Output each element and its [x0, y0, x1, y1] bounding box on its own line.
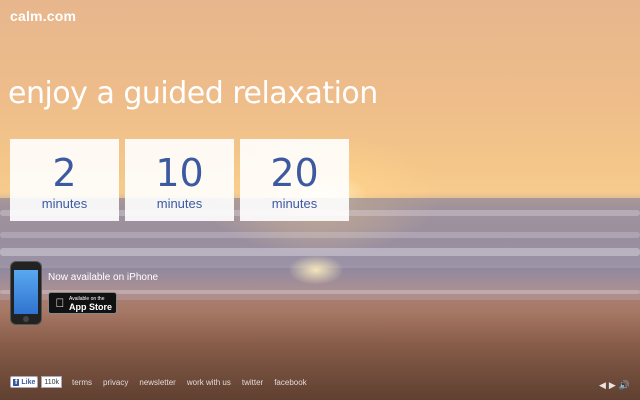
- iphone-image: [11, 262, 41, 324]
- session-unit: minutes: [271, 196, 318, 211]
- facebook-like-label: Like: [21, 378, 36, 386]
- appstore-big-label: App Store: [69, 302, 113, 312]
- session-tile-10[interactable]: 10 minutes: [125, 139, 234, 221]
- session-tile-2[interactable]: 2 minutes: [10, 139, 119, 221]
- session-value: 2: [52, 151, 77, 195]
- session-unit: minutes: [41, 196, 88, 211]
- footer-link-facebook[interactable]: facebook: [274, 378, 306, 387]
- facebook-like-button[interactable]: f Like: [10, 376, 39, 388]
- session-value: 10: [155, 151, 204, 195]
- footer-link-newsletter[interactable]: newsletter: [139, 378, 175, 387]
- sun-reflection: [288, 255, 344, 285]
- app-store-badge[interactable]:  Available on the App Store: [48, 292, 117, 314]
- session-tile-20[interactable]: 20 minutes: [240, 139, 349, 221]
- footer-link-privacy[interactable]: privacy: [103, 378, 128, 387]
- iphone-available-text: Now available on iPhone: [48, 272, 159, 283]
- wave: [0, 232, 640, 238]
- apple-icon: : [53, 296, 67, 310]
- sound-icon[interactable]: 🔊: [619, 380, 630, 391]
- iphone-home-button: [23, 316, 29, 322]
- logo[interactable]: calm.com: [10, 8, 76, 24]
- facebook-icon: f: [13, 378, 20, 386]
- iphone-screen: [14, 270, 38, 314]
- scene-controls: ◀ ▶ 🔊: [599, 380, 630, 391]
- next-scene-icon[interactable]: ▶: [609, 380, 616, 391]
- footer-link-terms[interactable]: terms: [72, 378, 92, 387]
- facebook-like-count: 110k: [41, 376, 63, 388]
- session-value: 20: [270, 151, 319, 195]
- footer: f Like 110k terms privacy newsletter wor…: [10, 376, 307, 388]
- session-unit: minutes: [156, 196, 203, 211]
- prev-scene-icon[interactable]: ◀: [599, 380, 606, 391]
- footer-link-twitter[interactable]: twitter: [242, 378, 263, 387]
- page-title: enjoy a guided relaxation: [8, 76, 378, 111]
- footer-link-work-with-us[interactable]: work with us: [187, 378, 231, 387]
